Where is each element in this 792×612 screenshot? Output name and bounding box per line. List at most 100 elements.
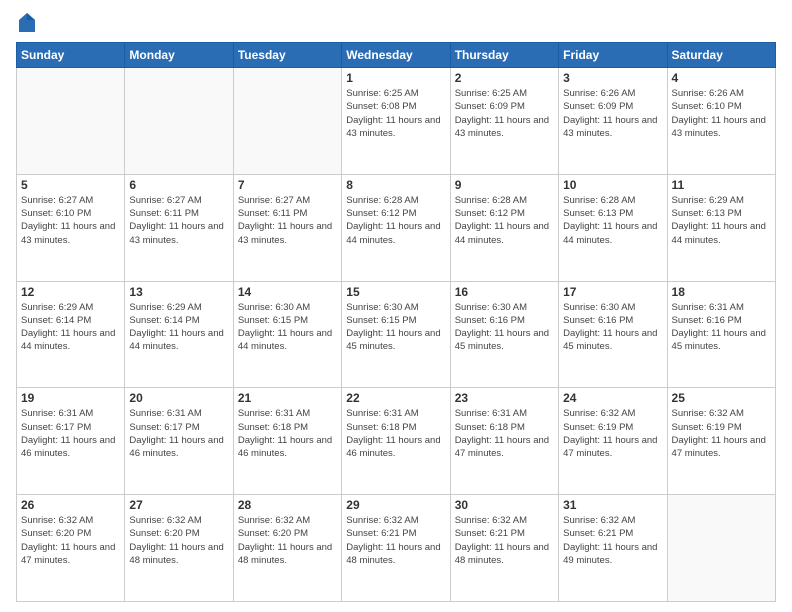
table-row: 27 Sunrise: 6:32 AMSunset: 6:20 PMDayligh… <box>125 495 233 602</box>
header-monday: Monday <box>125 43 233 68</box>
table-row <box>17 68 125 175</box>
day-number: 4 <box>672 71 771 85</box>
day-info: Sunrise: 6:30 AMSunset: 6:15 PMDaylight:… <box>238 301 337 354</box>
table-row: 20 Sunrise: 6:31 AMSunset: 6:17 PMDayligh… <box>125 388 233 495</box>
day-number: 17 <box>563 285 662 299</box>
table-row: 2 Sunrise: 6:25 AMSunset: 6:09 PMDaylight… <box>450 68 558 175</box>
table-row: 16 Sunrise: 6:30 AMSunset: 6:16 PMDayligh… <box>450 281 558 388</box>
table-row: 21 Sunrise: 6:31 AMSunset: 6:18 PMDayligh… <box>233 388 341 495</box>
day-number: 16 <box>455 285 554 299</box>
table-row: 22 Sunrise: 6:31 AMSunset: 6:18 PMDayligh… <box>342 388 450 495</box>
day-info: Sunrise: 6:27 AMSunset: 6:11 PMDaylight:… <box>238 194 337 247</box>
day-info: Sunrise: 6:29 AMSunset: 6:14 PMDaylight:… <box>21 301 120 354</box>
day-info: Sunrise: 6:31 AMSunset: 6:16 PMDaylight:… <box>672 301 771 354</box>
day-number: 27 <box>129 498 228 512</box>
day-info: Sunrise: 6:32 AMSunset: 6:21 PMDaylight:… <box>346 514 445 567</box>
day-number: 31 <box>563 498 662 512</box>
day-number: 20 <box>129 391 228 405</box>
table-row: 30 Sunrise: 6:32 AMSunset: 6:21 PMDayligh… <box>450 495 558 602</box>
table-row: 31 Sunrise: 6:32 AMSunset: 6:21 PMDayligh… <box>559 495 667 602</box>
day-number: 19 <box>21 391 120 405</box>
table-row: 9 Sunrise: 6:28 AMSunset: 6:12 PMDaylight… <box>450 174 558 281</box>
calendar-week-row: 26Sunrise: 6:32 AMSunset: 6:20 PMDayligh… <box>17 495 776 602</box>
day-number: 23 <box>455 391 554 405</box>
day-info: Sunrise: 6:31 AMSunset: 6:18 PMDaylight:… <box>238 407 337 460</box>
table-row: 28Sunrise: 6:32 AMSunset: 6:20 PMDayligh… <box>233 495 341 602</box>
table-row: 3Sunrise: 6:26 AMSunset: 6:09 PMDaylight… <box>559 68 667 175</box>
day-number: 8 <box>346 178 445 192</box>
header-sunday: Sunday <box>17 43 125 68</box>
day-info: Sunrise: 6:29 AMSunset: 6:14 PMDaylight:… <box>129 301 228 354</box>
day-info: Sunrise: 6:30 AMSunset: 6:16 PMDaylight:… <box>563 301 662 354</box>
logo <box>16 12 36 34</box>
logo-icon <box>18 12 36 34</box>
day-info: Sunrise: 6:28 AMSunset: 6:12 PMDaylight:… <box>346 194 445 247</box>
day-info: Sunrise: 6:28 AMSunset: 6:12 PMDaylight:… <box>455 194 554 247</box>
table-row: 10Sunrise: 6:28 AMSunset: 6:13 PMDayligh… <box>559 174 667 281</box>
day-info: Sunrise: 6:32 AMSunset: 6:19 PMDaylight:… <box>563 407 662 460</box>
day-number: 3 <box>563 71 662 85</box>
table-row <box>667 495 775 602</box>
day-number: 2 <box>455 71 554 85</box>
day-number: 6 <box>129 178 228 192</box>
table-row: 24 Sunrise: 6:32 AMSunset: 6:19 PMDayligh… <box>559 388 667 495</box>
day-info: Sunrise: 6:31 AMSunset: 6:17 PMDaylight:… <box>129 407 228 460</box>
calendar-week-row: 12 Sunrise: 6:29 AMSunset: 6:14 PMDayligh… <box>17 281 776 388</box>
day-number: 21 <box>238 391 337 405</box>
table-row: 1Sunrise: 6:25 AMSunset: 6:08 PMDaylight… <box>342 68 450 175</box>
table-row: 7 Sunrise: 6:27 AMSunset: 6:11 PMDaylight… <box>233 174 341 281</box>
header-tuesday: Tuesday <box>233 43 341 68</box>
table-row: 4 Sunrise: 6:26 AMSunset: 6:10 PMDaylight… <box>667 68 775 175</box>
weekday-header-row: Sunday Monday Tuesday Wednesday Thursday… <box>17 43 776 68</box>
day-info: Sunrise: 6:27 AMSunset: 6:10 PMDaylight:… <box>21 194 120 247</box>
day-info: Sunrise: 6:32 AMSunset: 6:21 PMDaylight:… <box>455 514 554 567</box>
table-row: 5 Sunrise: 6:27 AMSunset: 6:10 PMDaylight… <box>17 174 125 281</box>
day-info: Sunrise: 6:26 AMSunset: 6:10 PMDaylight:… <box>672 87 771 140</box>
day-number: 30 <box>455 498 554 512</box>
day-info: Sunrise: 6:30 AMSunset: 6:15 PMDaylight:… <box>346 301 445 354</box>
table-row: 26Sunrise: 6:32 AMSunset: 6:20 PMDayligh… <box>17 495 125 602</box>
calendar-week-row: 5 Sunrise: 6:27 AMSunset: 6:10 PMDaylight… <box>17 174 776 281</box>
table-row: 23 Sunrise: 6:31 AMSunset: 6:18 PMDayligh… <box>450 388 558 495</box>
header-friday: Friday <box>559 43 667 68</box>
day-number: 9 <box>455 178 554 192</box>
day-number: 22 <box>346 391 445 405</box>
page: Sunday Monday Tuesday Wednesday Thursday… <box>0 0 792 612</box>
calendar-week-row: 19 Sunrise: 6:31 AMSunset: 6:17 PMDayligh… <box>17 388 776 495</box>
header <box>16 12 776 34</box>
day-number: 12 <box>21 285 120 299</box>
day-number: 28 <box>238 498 337 512</box>
table-row: 14 Sunrise: 6:30 AMSunset: 6:15 PMDayligh… <box>233 281 341 388</box>
day-number: 25 <box>672 391 771 405</box>
table-row: 6 Sunrise: 6:27 AMSunset: 6:11 PMDaylight… <box>125 174 233 281</box>
table-row <box>125 68 233 175</box>
day-number: 13 <box>129 285 228 299</box>
day-info: Sunrise: 6:32 AMSunset: 6:21 PMDaylight:… <box>563 514 662 567</box>
header-thursday: Thursday <box>450 43 558 68</box>
day-number: 11 <box>672 178 771 192</box>
table-row: 11Sunrise: 6:29 AMSunset: 6:13 PMDayligh… <box>667 174 775 281</box>
table-row: 15Sunrise: 6:30 AMSunset: 6:15 PMDayligh… <box>342 281 450 388</box>
day-info: Sunrise: 6:32 AMSunset: 6:20 PMDaylight:… <box>129 514 228 567</box>
day-info: Sunrise: 6:31 AMSunset: 6:18 PMDaylight:… <box>346 407 445 460</box>
calendar-table: Sunday Monday Tuesday Wednesday Thursday… <box>16 42 776 602</box>
day-info: Sunrise: 6:30 AMSunset: 6:16 PMDaylight:… <box>455 301 554 354</box>
day-number: 24 <box>563 391 662 405</box>
table-row: 17 Sunrise: 6:30 AMSunset: 6:16 PMDayligh… <box>559 281 667 388</box>
table-row: 18Sunrise: 6:31 AMSunset: 6:16 PMDayligh… <box>667 281 775 388</box>
day-info: Sunrise: 6:25 AMSunset: 6:09 PMDaylight:… <box>455 87 554 140</box>
table-row <box>233 68 341 175</box>
day-info: Sunrise: 6:27 AMSunset: 6:11 PMDaylight:… <box>129 194 228 247</box>
table-row: 13 Sunrise: 6:29 AMSunset: 6:14 PMDayligh… <box>125 281 233 388</box>
table-row: 8 Sunrise: 6:28 AMSunset: 6:12 PMDaylight… <box>342 174 450 281</box>
day-number: 7 <box>238 178 337 192</box>
table-row: 19 Sunrise: 6:31 AMSunset: 6:17 PMDayligh… <box>17 388 125 495</box>
header-wednesday: Wednesday <box>342 43 450 68</box>
day-number: 5 <box>21 178 120 192</box>
day-info: Sunrise: 6:32 AMSunset: 6:19 PMDaylight:… <box>672 407 771 460</box>
day-info: Sunrise: 6:31 AMSunset: 6:17 PMDaylight:… <box>21 407 120 460</box>
day-info: Sunrise: 6:32 AMSunset: 6:20 PMDaylight:… <box>21 514 120 567</box>
day-info: Sunrise: 6:31 AMSunset: 6:18 PMDaylight:… <box>455 407 554 460</box>
calendar-week-row: 1Sunrise: 6:25 AMSunset: 6:08 PMDaylight… <box>17 68 776 175</box>
day-number: 14 <box>238 285 337 299</box>
